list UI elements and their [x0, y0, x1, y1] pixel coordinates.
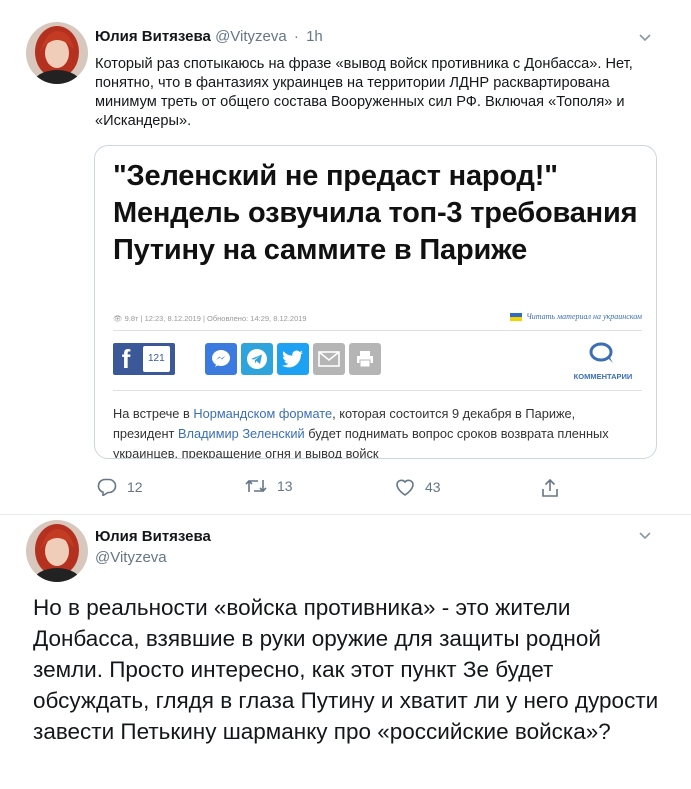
mail-icon	[318, 351, 340, 367]
ukraine-flag-icon	[510, 313, 523, 322]
reply-icon	[97, 478, 117, 496]
telegram-icon	[247, 349, 267, 369]
heart-icon	[396, 479, 414, 496]
comments-button[interactable]: КОММЕНТАРИИ	[568, 342, 638, 381]
messenger-icon	[212, 350, 230, 367]
retweet-count: 13	[277, 478, 293, 494]
header-separator: ·	[293, 28, 299, 45]
tweet-actions: 12 13 43	[95, 478, 595, 500]
retweet-button[interactable]: 13	[245, 478, 293, 494]
retweet-icon	[245, 479, 267, 493]
comments-icon	[589, 342, 613, 363]
card-excerpt: На встрече в Нормандском формате, котора…	[113, 404, 633, 458]
telegram-share-button[interactable]	[241, 343, 273, 375]
divider	[113, 330, 642, 331]
facebook-icon: f	[121, 343, 131, 374]
facebook-share-count: 121	[143, 346, 170, 372]
chevron-down-icon[interactable]	[638, 30, 652, 46]
tweet-text: Который раз спотыкаюсь на фразе «вывод в…	[95, 56, 633, 129]
tweet-text: Но в реальности «войска противника» - эт…	[33, 595, 659, 744]
author-handle[interactable]: @Vityzeva	[95, 549, 167, 566]
link-card[interactable]: "Зеленский не предаст народ!" Мендель оз…	[94, 145, 657, 459]
print-button[interactable]	[349, 343, 381, 375]
like-count: 43	[425, 479, 441, 495]
chevron-down-icon[interactable]	[638, 528, 652, 544]
tweet-timestamp[interactable]: 1h	[306, 28, 323, 45]
share-button[interactable]	[541, 478, 569, 498]
tweet-header: Юлия Витязева @Vityzeva · 1h	[95, 28, 323, 45]
normandy-format-link[interactable]: Нормандском формате	[193, 406, 332, 421]
avatar[interactable]	[26, 520, 88, 582]
like-button[interactable]: 43	[395, 478, 441, 496]
card-headline: "Зеленский не предаст народ!" Мендель оз…	[113, 160, 638, 266]
reply-button[interactable]: 12	[97, 478, 143, 496]
zelensky-link[interactable]: Владимир Зеленский	[178, 426, 305, 441]
author-handle[interactable]: @Vityzeva	[215, 28, 287, 45]
share-icon	[542, 478, 558, 497]
email-share-button[interactable]	[313, 343, 345, 375]
printer-icon	[357, 351, 373, 368]
excerpt-text: На встрече в	[113, 406, 194, 421]
comments-label: КОММЕНТАРИИ	[573, 372, 633, 381]
card-meta: 👁 9.8т | 12:23, 8.12.2019 | Обновлено: 1…	[113, 314, 307, 323]
messenger-share-button[interactable]	[205, 343, 237, 375]
author-name[interactable]: Юлия Витязева	[95, 528, 211, 545]
avatar[interactable]	[26, 22, 88, 84]
divider	[113, 390, 642, 391]
ukrainian-version-link[interactable]: Читать материал на украинском	[510, 312, 642, 322]
ukrainian-version-label: Читать материал на украинском	[526, 312, 642, 321]
tweet-quoted[interactable]: Юлия Витязева @Vityzeva · 1h Который раз…	[0, 0, 691, 515]
twitter-bird-icon	[282, 350, 303, 368]
twitter-share-button[interactable]	[277, 343, 309, 375]
facebook-share-button[interactable]: f 121	[113, 343, 175, 375]
reply-count: 12	[127, 479, 143, 495]
author-name[interactable]: Юлия Витязева	[95, 28, 211, 45]
